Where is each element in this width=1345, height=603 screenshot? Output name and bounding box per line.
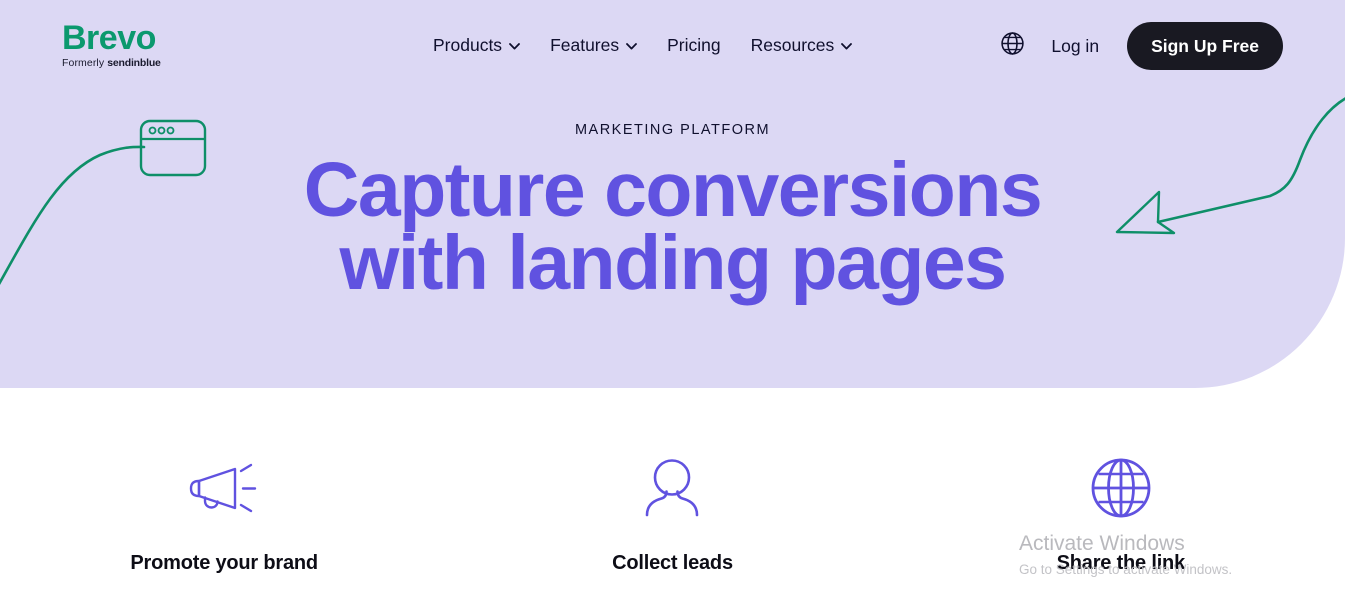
brevo-logo[interactable]: Brevo Formerly sendinblue: [62, 20, 242, 69]
nav-item-products-label: Products: [433, 35, 503, 55]
feature-list: Promote your brand Collect leads Share t…: [0, 455, 1345, 575]
chevron-down-icon: [626, 42, 638, 50]
feature-label-promote: Promote your brand: [130, 552, 318, 574]
logo-tagline-prefix: Formerly: [62, 57, 105, 69]
hero-title-line-2: with landing pages: [339, 220, 1007, 306]
nav-item-resources-label: Resources: [750, 35, 835, 55]
nav-item-products[interactable]: Products: [433, 32, 520, 58]
person-icon: [640, 455, 704, 521]
main-navigation: Products Features Pricing Resources: [433, 32, 853, 58]
feature-label-leads: Collect leads: [612, 552, 733, 574]
feature-label-share: Share the link: [1056, 552, 1186, 574]
nav-item-features[interactable]: Features: [550, 32, 638, 58]
feature-item-leads: Collect leads: [448, 455, 896, 575]
feature-item-share: Share the link: [897, 455, 1345, 575]
site-header: Brevo Formerly sendinblue Products Featu…: [0, 0, 1345, 92]
nav-item-resources[interactable]: Resources: [751, 32, 853, 58]
hero-eyebrow: MARKETING PLATFORM: [574, 122, 771, 138]
signup-free-button[interactable]: Sign Up Free: [1127, 22, 1283, 70]
page-title: Capture conversions with landing pages: [0, 152, 1345, 306]
language-selector[interactable]: [995, 29, 1029, 63]
logo-tagline-name: sendinblue: [107, 57, 161, 69]
nav-item-pricing[interactable]: Pricing: [667, 32, 721, 58]
megaphone-icon: [188, 455, 260, 521]
globe-icon: [1000, 31, 1025, 61]
nav-item-features-label: Features: [550, 35, 620, 55]
globe-icon: [1090, 455, 1152, 521]
nav-item-pricing-label: Pricing: [667, 35, 721, 55]
chevron-down-icon: [841, 42, 853, 50]
logo-wordmark: Brevo: [62, 19, 156, 57]
header-actions: Log in Sign Up Free: [995, 22, 1283, 70]
login-link[interactable]: Log in: [1051, 36, 1099, 57]
chevron-down-icon: [509, 42, 520, 50]
feature-item-promote: Promote your brand: [0, 455, 448, 575]
logo-tagline: Formerly sendinblue: [62, 57, 242, 69]
